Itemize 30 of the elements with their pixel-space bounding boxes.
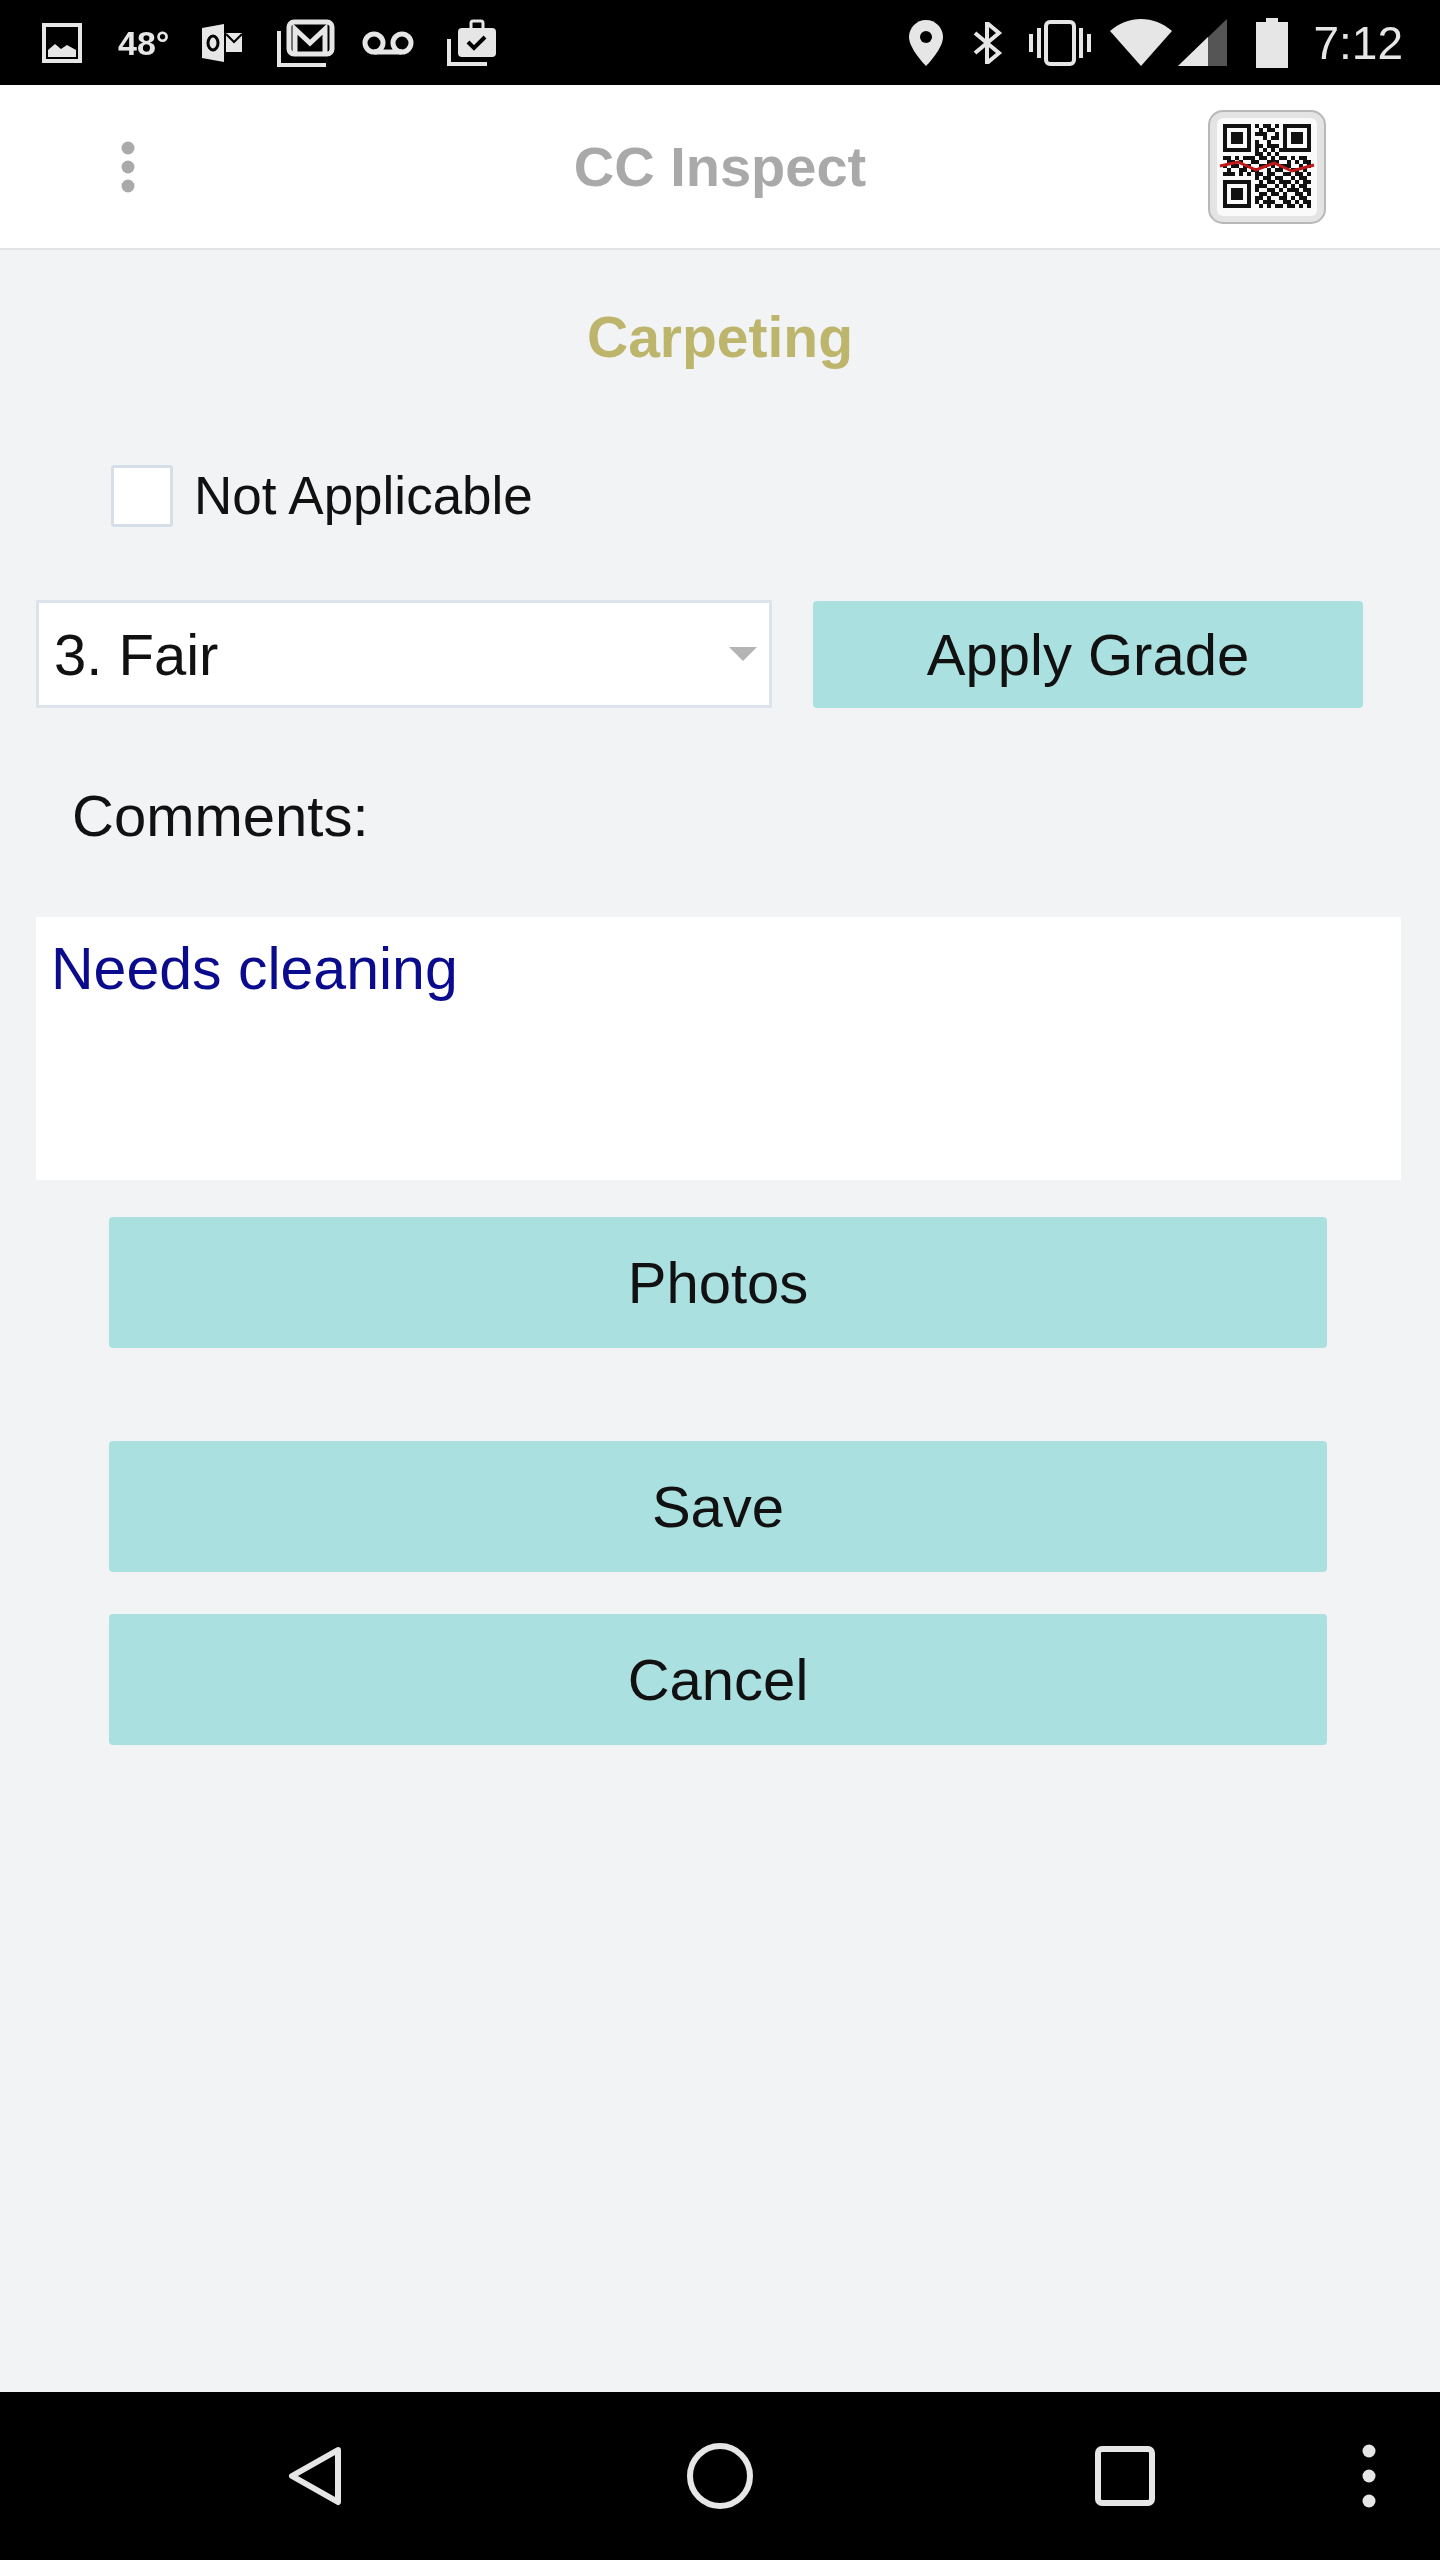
mail-stack-icon (276, 18, 336, 67)
bluetooth-icon (973, 21, 1004, 64)
photos-button[interactable]: Photos (109, 1217, 1327, 1348)
grade-dropdown[interactable]: 3. Fair (36, 600, 772, 708)
qr-code-icon[interactable] (1208, 109, 1326, 224)
signal-icon (1178, 19, 1228, 66)
wifi-icon (1110, 19, 1173, 66)
mail-app-icon (202, 23, 243, 62)
temperature-text: 48° (118, 22, 170, 63)
not-applicable-label: Not Applicable (194, 465, 533, 527)
comments-field[interactable]: Needs cleaning (36, 917, 1401, 1180)
section-title: Carpeting (587, 304, 853, 371)
overflow-menu-icon[interactable] (1362, 2444, 1376, 2508)
app-title: CC Inspect (573, 133, 867, 200)
back-icon[interactable] (287, 2445, 343, 2507)
clock-time: 7:12 (1313, 16, 1403, 69)
home-icon[interactable] (687, 2443, 753, 2509)
location-pin-icon (909, 19, 944, 66)
comments-label: Comments: (72, 782, 369, 850)
briefcase-check-icon (447, 19, 498, 66)
voicemail-icon (362, 30, 415, 55)
apply-grade-button[interactable]: Apply Grade (813, 600, 1363, 708)
image-icon (42, 22, 82, 63)
battery-icon (1256, 17, 1289, 68)
recents-icon[interactable] (1095, 2446, 1155, 2506)
vibrate-icon (1029, 19, 1092, 66)
cancel-button[interactable]: Cancel (109, 1614, 1327, 1745)
caret-icon (729, 647, 757, 661)
not-applicable-checkbox[interactable] (111, 465, 173, 527)
save-button[interactable]: Save (109, 1441, 1327, 1572)
